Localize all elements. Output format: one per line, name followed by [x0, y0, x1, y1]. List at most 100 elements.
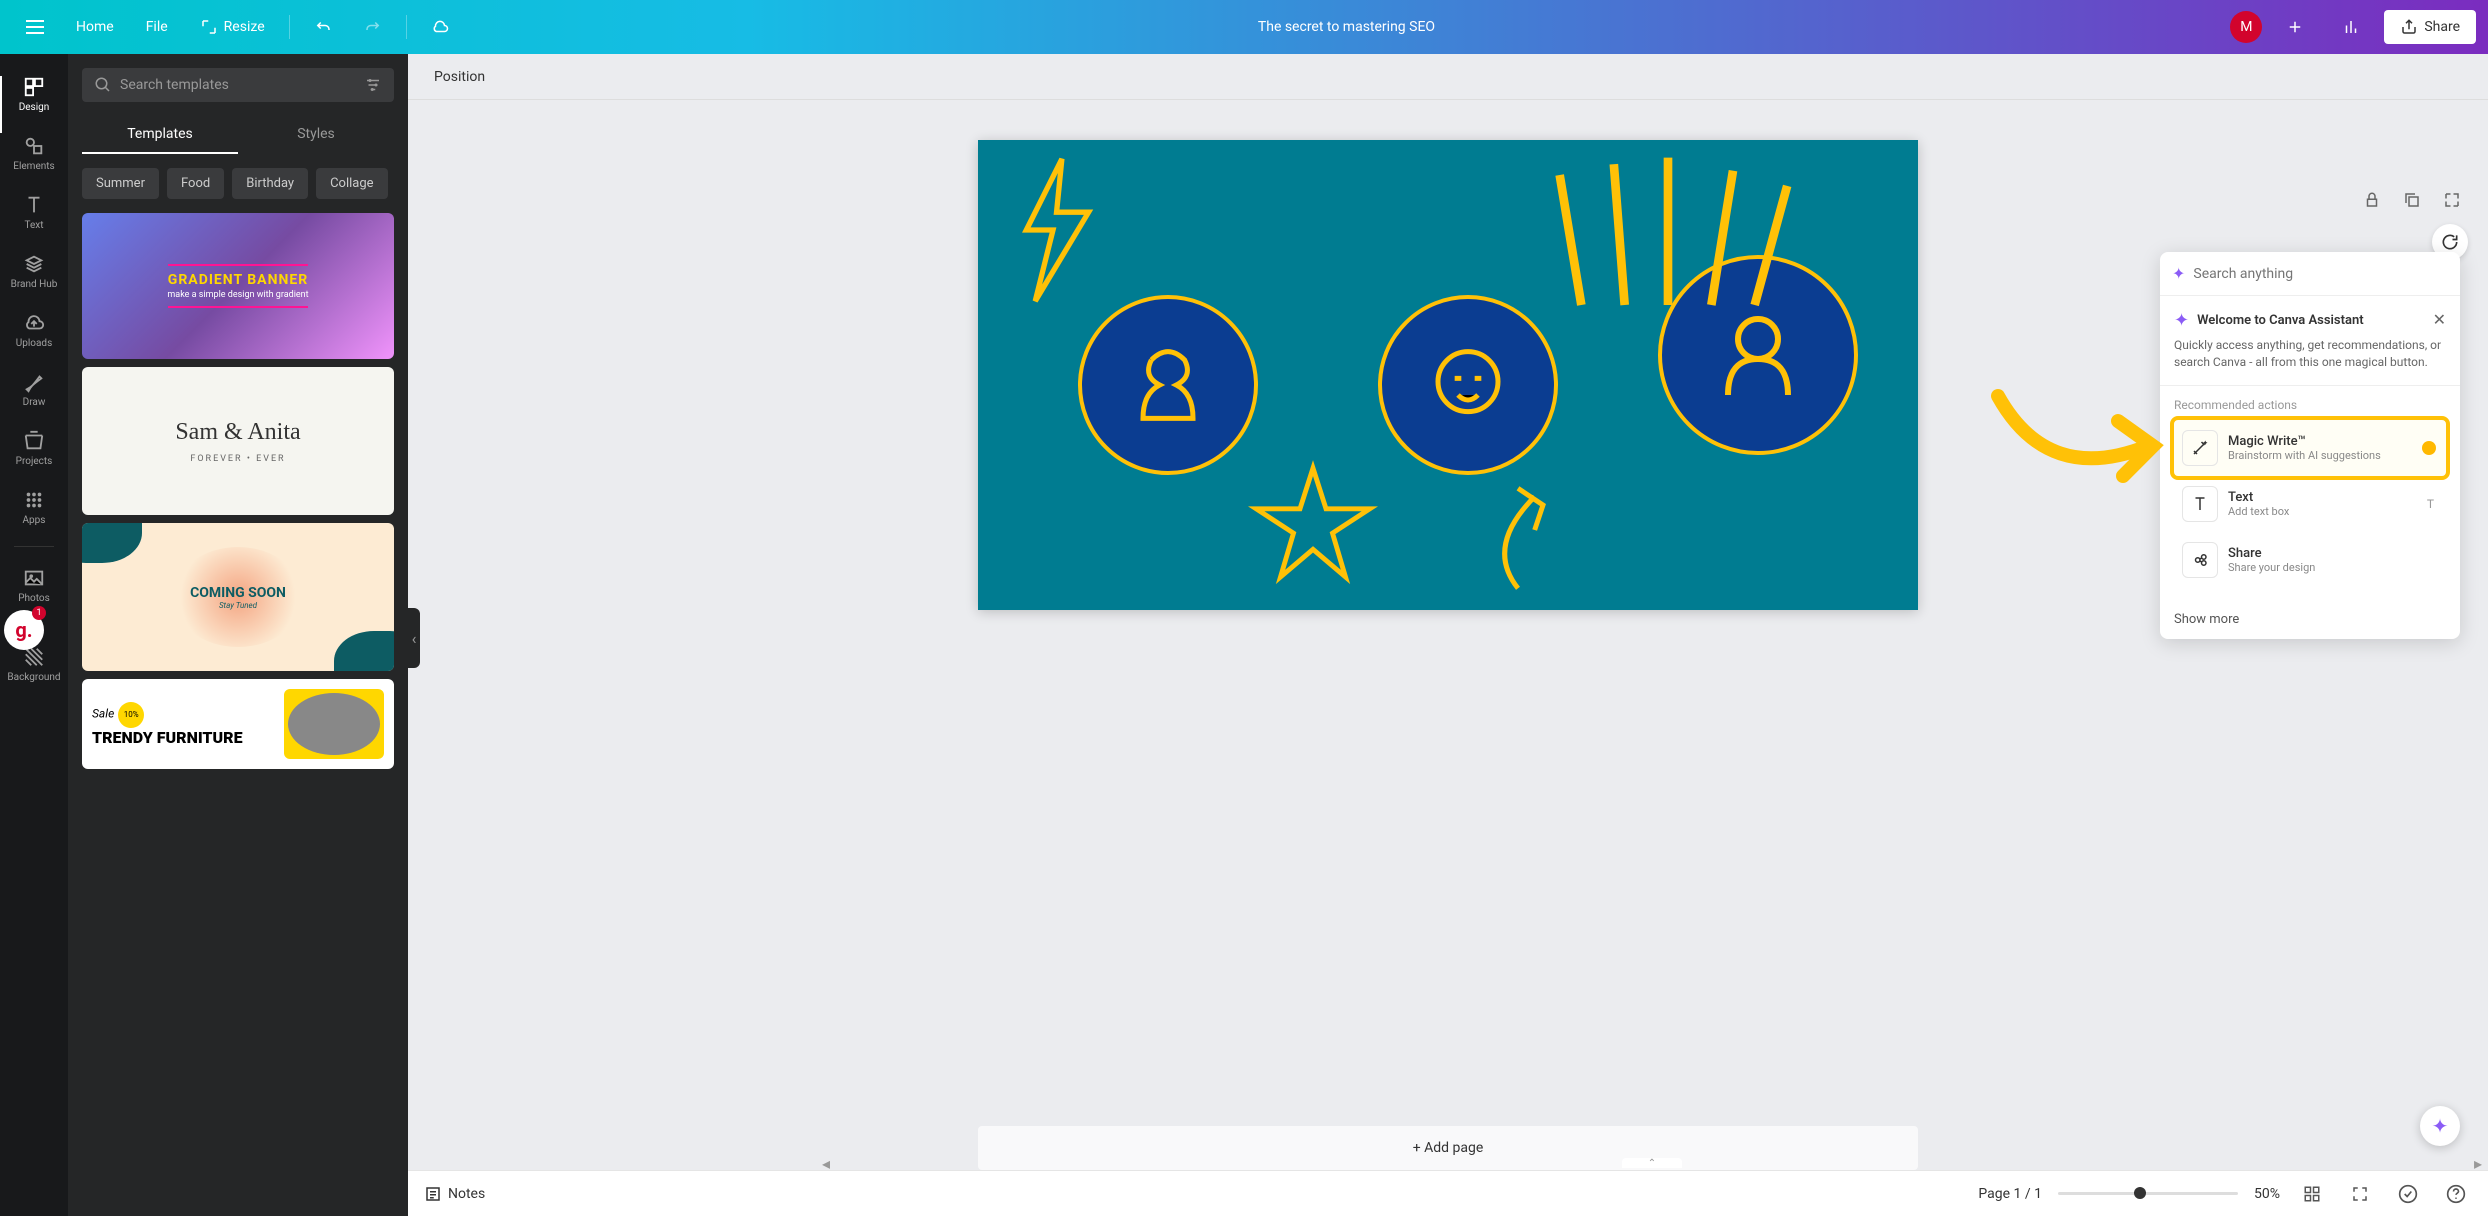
- action-magic-write[interactable]: Magic Write™ Brainstorm with AI suggesti…: [2174, 420, 2446, 476]
- slider-track[interactable]: [2058, 1192, 2238, 1195]
- check-circle-icon: [2398, 1184, 2418, 1204]
- template-title: TRENDY FURNITURE: [92, 728, 274, 747]
- sparkle-icon: ✦: [2174, 310, 2189, 331]
- share-button[interactable]: Share: [2384, 10, 2476, 44]
- tab-templates[interactable]: Templates: [82, 116, 238, 154]
- assistant-welcome: ✦ Welcome to Canva Assistant Quickly acc…: [2160, 296, 2460, 386]
- fullscreen-button[interactable]: [2344, 1178, 2376, 1210]
- sidenav-label: Text: [24, 220, 43, 231]
- design-icon: [23, 76, 45, 98]
- template-card-comingsoon[interactable]: COMING SOON Stay Tuned: [82, 523, 394, 671]
- action-share[interactable]: Share Share your design: [2174, 532, 2446, 588]
- search-icon: [94, 76, 112, 94]
- tab-styles[interactable]: Styles: [238, 116, 394, 154]
- recommended-section: Recommended actions Magic Write™ Brainst…: [2160, 386, 2460, 600]
- show-more-button[interactable]: Show more: [2160, 600, 2460, 639]
- template-photo: [284, 689, 384, 759]
- text-icon: [2182, 486, 2218, 522]
- person-icon: [1118, 335, 1218, 435]
- resize-label: Resize: [224, 19, 265, 35]
- page-indicator[interactable]: Page 1 / 1: [1978, 1186, 2042, 1202]
- sale-label: Sale: [92, 706, 114, 720]
- chip-summer[interactable]: Summer: [82, 168, 159, 199]
- expand-timeline-handle[interactable]: ⌃: [1622, 1158, 1682, 1168]
- filter-icon[interactable]: [364, 76, 382, 94]
- top-bar: Home File Resize The secret to mastering…: [0, 0, 2488, 54]
- menu-button[interactable]: [12, 12, 58, 42]
- canvas-toolbar: Position: [408, 54, 2488, 100]
- zoom-slider[interactable]: [2058, 1192, 2238, 1195]
- rays-icon: [1538, 150, 1798, 330]
- topbar-left-group: Home File Resize: [12, 10, 463, 44]
- sidenav-elements[interactable]: Elements: [0, 125, 68, 182]
- action-subtitle: Share your design: [2228, 561, 2315, 574]
- avatar-circle-1: [1078, 295, 1258, 475]
- search-input-field[interactable]: [120, 77, 356, 93]
- premium-badge: [2422, 441, 2436, 455]
- notes-label: Notes: [448, 1186, 485, 1202]
- home-button[interactable]: Home: [62, 11, 128, 43]
- slider-thumb[interactable]: [2134, 1187, 2146, 1199]
- magic-write-icon: [2182, 430, 2218, 466]
- collapse-panel-handle[interactable]: [408, 608, 420, 668]
- cloud-sync-button[interactable]: [417, 10, 463, 44]
- undo-button[interactable]: [300, 10, 346, 44]
- file-button[interactable]: File: [132, 11, 182, 43]
- add-member-button[interactable]: [2272, 10, 2318, 44]
- chip-food[interactable]: Food: [167, 168, 224, 199]
- template-card-wedding[interactable]: Sam & Anita FOREVER • EVER: [82, 367, 394, 515]
- star-icon: [1248, 460, 1378, 590]
- sidenav-draw[interactable]: Draw: [0, 361, 68, 418]
- resize-icon: [200, 18, 218, 36]
- separator: [14, 546, 54, 547]
- close-icon[interactable]: ✕: [2433, 310, 2446, 329]
- position-button[interactable]: Position: [422, 61, 497, 93]
- template-sub: FOREVER • EVER: [190, 454, 285, 464]
- bottom-bar: Notes Page 1 / 1 50%: [408, 1170, 2488, 1216]
- notification-badge: 1: [32, 606, 46, 620]
- template-list[interactable]: GRADIENT BANNER make a simple design wit…: [82, 213, 394, 769]
- sidenav-background[interactable]: g. 1 Background: [0, 616, 68, 693]
- scroll-right-icon[interactable]: ▸: [2474, 1154, 2482, 1173]
- help-button[interactable]: [2440, 1178, 2472, 1210]
- chart-icon: [2342, 18, 2360, 36]
- resize-button[interactable]: Resize: [186, 10, 279, 44]
- sidenav-projects[interactable]: Projects: [0, 420, 68, 477]
- zoom-percentage[interactable]: 50%: [2254, 1186, 2280, 1202]
- document-title[interactable]: The secret to mastering SEO: [1258, 19, 1435, 35]
- action-subtitle: Brainstorm with AI suggestions: [2228, 449, 2381, 462]
- cloud-icon: [431, 18, 449, 36]
- user-avatar[interactable]: M: [2230, 11, 2262, 43]
- scroll-left-icon[interactable]: ◂: [822, 1154, 830, 1173]
- sidenav-uploads[interactable]: Uploads: [0, 302, 68, 359]
- chevron-up-icon: ⌃: [1648, 1158, 1656, 1169]
- hamburger-icon: [26, 20, 44, 34]
- apps-icon: [23, 489, 45, 511]
- projects-icon: [23, 430, 45, 452]
- redo-icon: [364, 18, 382, 36]
- design-canvas[interactable]: [978, 140, 1918, 610]
- action-text[interactable]: Text Add text box T: [2174, 476, 2446, 532]
- sidenav-apps[interactable]: Apps: [0, 479, 68, 536]
- chip-collage[interactable]: Collage: [316, 168, 387, 199]
- sidenav-design[interactable]: Design: [0, 66, 68, 123]
- notes-button[interactable]: Notes: [424, 1185, 485, 1203]
- sidenav-label: Elements: [13, 161, 54, 172]
- notes-icon: [424, 1185, 442, 1203]
- chip-birthday[interactable]: Birthday: [232, 168, 308, 199]
- template-card-gradient[interactable]: GRADIENT BANNER make a simple design wit…: [82, 213, 394, 359]
- redo-button[interactable]: [350, 10, 396, 44]
- analytics-button[interactable]: [2328, 10, 2374, 44]
- assistant-search[interactable]: ✦: [2160, 252, 2460, 296]
- template-card-furniture[interactable]: Sale 10% TRENDY FURNITURE: [82, 679, 394, 769]
- grid-view-button[interactable]: [2296, 1178, 2328, 1210]
- check-button[interactable]: [2392, 1178, 2424, 1210]
- search-templates-input[interactable]: [82, 68, 394, 102]
- sidenav-photos[interactable]: Photos: [0, 557, 68, 614]
- sidenav-brandhub[interactable]: Brand Hub: [0, 243, 68, 300]
- assistant-fab[interactable]: ✦: [2420, 1106, 2460, 1146]
- templates-panel: Templates Styles Summer Food Birthday Co…: [68, 54, 408, 1216]
- assistant-search-input[interactable]: [2193, 266, 2448, 282]
- chip-row: Summer Food Birthday Collage ›: [82, 168, 394, 199]
- sidenav-text[interactable]: Text: [0, 184, 68, 241]
